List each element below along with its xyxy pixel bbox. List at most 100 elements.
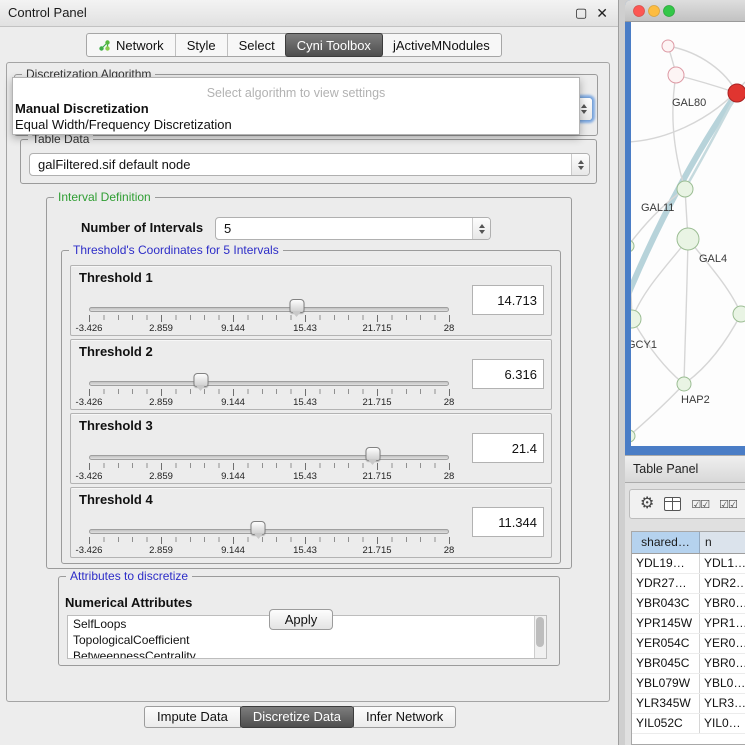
traffic-lights [633, 5, 681, 17]
thresholds-group-title: Threshold's Coordinates for 5 Intervals [69, 243, 283, 258]
close-window-icon[interactable]: ✕ [596, 5, 608, 22]
threshold-1-label: Threshold 1 [79, 270, 153, 285]
tick-label: 21.715 [362, 397, 391, 408]
window-title: Control Panel [8, 0, 87, 26]
network-node-gal80[interactable] [668, 67, 684, 83]
threshold-3-slider-thumb[interactable] [365, 447, 380, 461]
threshold-3-slider[interactable] [89, 455, 449, 460]
threshold-2-value-field[interactable]: 6.316 [472, 359, 544, 389]
minimize-traffic-light-icon[interactable] [649, 5, 660, 16]
tab-select[interactable]: Select [227, 34, 286, 56]
cell[interactable]: YBL0… [700, 674, 745, 693]
threshold-4-value-field[interactable]: 11.344 [472, 507, 544, 537]
tick-label: 2.859 [149, 471, 173, 482]
network-node-gcy1[interactable] [631, 310, 641, 328]
gear-icon[interactable]: ⚙ [640, 496, 654, 512]
network-node[interactable] [733, 306, 745, 322]
network-node[interactable] [662, 40, 674, 52]
cell[interactable]: YPR145W [632, 614, 700, 633]
dropdown-item-equal-width-frequency[interactable]: Equal Width/Frequency Discretization [13, 117, 579, 133]
close-traffic-light-icon[interactable] [634, 5, 645, 16]
cell[interactable]: YER054C [632, 634, 700, 653]
network-node-gal11[interactable] [677, 181, 693, 197]
network-edge [632, 319, 684, 384]
cell[interactable]: YBR043C [632, 594, 700, 613]
table-columns-icon[interactable] [664, 497, 681, 511]
cell[interactable]: YDL1… [700, 554, 745, 573]
combobox-stepper-icon[interactable] [571, 154, 589, 175]
table-data-combobox[interactable]: galFiltered.sif default node [29, 153, 590, 176]
network-node[interactable] [631, 240, 634, 252]
window-titlebar: Control Panel ▢ ✕ [0, 0, 618, 27]
threshold-4-slider-thumb[interactable] [251, 521, 266, 535]
tab-infer-network[interactable]: Infer Network [353, 706, 456, 728]
tick-label: 2.859 [149, 545, 173, 556]
cell[interactable]: YLR345W [632, 694, 700, 713]
network-node-gal4[interactable] [677, 228, 699, 250]
threshold-4-label: Threshold 4 [79, 492, 153, 507]
scrollbar-thumb[interactable] [536, 617, 544, 647]
cell[interactable]: YIL052C [632, 714, 700, 733]
cell[interactable]: YBR0… [700, 654, 745, 673]
threshold-3-value-field[interactable]: 21.4 [472, 433, 544, 463]
table-row[interactable]: YER054CYER0… [632, 634, 745, 654]
list-item[interactable]: BetweennessCentrality [68, 648, 546, 659]
threshold-1-slider[interactable] [89, 307, 449, 312]
tick-label: 9.144 [221, 397, 245, 408]
threshold-2-slider[interactable] [89, 381, 449, 386]
node-attribute-table: shared… n YDL19…YDL1… YDR27…YDR2… YBR043… [631, 531, 745, 745]
threshold-1-value-field[interactable]: 14.713 [472, 285, 544, 315]
threshold-4-slider[interactable] [89, 529, 449, 534]
list-item[interactable]: TopologicalCoefficient [68, 632, 546, 648]
cell[interactable]: YDL19… [632, 554, 700, 573]
table-row[interactable]: YDR27…YDR2… [632, 574, 745, 594]
zoom-traffic-light-icon[interactable] [664, 5, 675, 16]
float-window-icon[interactable]: ▢ [575, 5, 587, 21]
tab-network[interactable]: Network [87, 34, 175, 56]
list-scrollbar[interactable] [534, 616, 546, 658]
cell[interactable]: YBR0… [700, 594, 745, 613]
cell[interactable]: YBL079W [632, 674, 700, 693]
table-row[interactable]: YLR345WYLR3… [632, 694, 745, 714]
table-row[interactable]: YBR043CYBR0… [632, 594, 745, 614]
select-columns-icon[interactable]: ☑☑ [691, 498, 709, 511]
dropdown-placeholder-item[interactable]: Select algorithm to view settings [13, 86, 579, 101]
cell[interactable]: YDR27… [632, 574, 700, 593]
network-node-hap2[interactable] [677, 377, 691, 391]
tick-label: 21.715 [362, 323, 391, 334]
network-canvas[interactable]: GAL80 GAL11 GAL4 GCY1 HAP2 [631, 22, 745, 446]
table-row[interactable]: YBL079WYBL0… [632, 674, 745, 694]
cell[interactable]: YIL0… [700, 714, 745, 733]
column-header-shared-name[interactable]: shared… [632, 532, 700, 553]
threshold-2-slider-thumb[interactable] [193, 373, 208, 387]
cell[interactable]: YER0… [700, 634, 745, 653]
tab-cyni-toolbox[interactable]: Cyni Toolbox [285, 33, 383, 57]
cell[interactable]: YBR045C [632, 654, 700, 673]
table-row[interactable]: YBR045CYBR0… [632, 654, 745, 674]
cell[interactable]: YPR1… [700, 614, 745, 633]
interval-definition-group-title: Interval Definition [54, 190, 155, 205]
apply-button[interactable]: Apply [269, 609, 333, 630]
threshold-1-slider-thumb[interactable] [289, 299, 304, 313]
tick-label: -3.426 [76, 397, 103, 408]
cell[interactable]: YDR2… [700, 574, 745, 593]
combobox-stepper-icon[interactable] [472, 218, 490, 239]
network-node-selected-red[interactable] [728, 84, 745, 102]
network-window-titlebar [625, 0, 745, 22]
table-row[interactable]: YPR145WYPR1… [632, 614, 745, 634]
number-of-intervals-value: 5 [216, 218, 472, 239]
tab-style[interactable]: Style [175, 34, 227, 56]
cell[interactable]: YLR3… [700, 694, 745, 713]
dropdown-item-manual-discretization[interactable]: Manual Discretization [13, 101, 579, 117]
select-rows-icon[interactable]: ☑☑ [719, 498, 737, 511]
tab-impute-data[interactable]: Impute Data [144, 706, 241, 728]
threshold-2-label: Threshold 2 [79, 344, 153, 359]
table-row[interactable]: YIL052CYIL0… [632, 714, 745, 734]
tab-discretize-data[interactable]: Discretize Data [240, 706, 354, 728]
node-label-gal80: GAL80 [672, 97, 706, 109]
number-of-intervals-combobox[interactable]: 5 [215, 217, 491, 240]
column-header-name[interactable]: n [700, 532, 745, 553]
tick-label: -3.426 [76, 471, 103, 482]
table-row[interactable]: YDL19…YDL1… [632, 554, 745, 574]
tab-jactivemnodules[interactable]: jActiveMNodules [382, 34, 501, 56]
